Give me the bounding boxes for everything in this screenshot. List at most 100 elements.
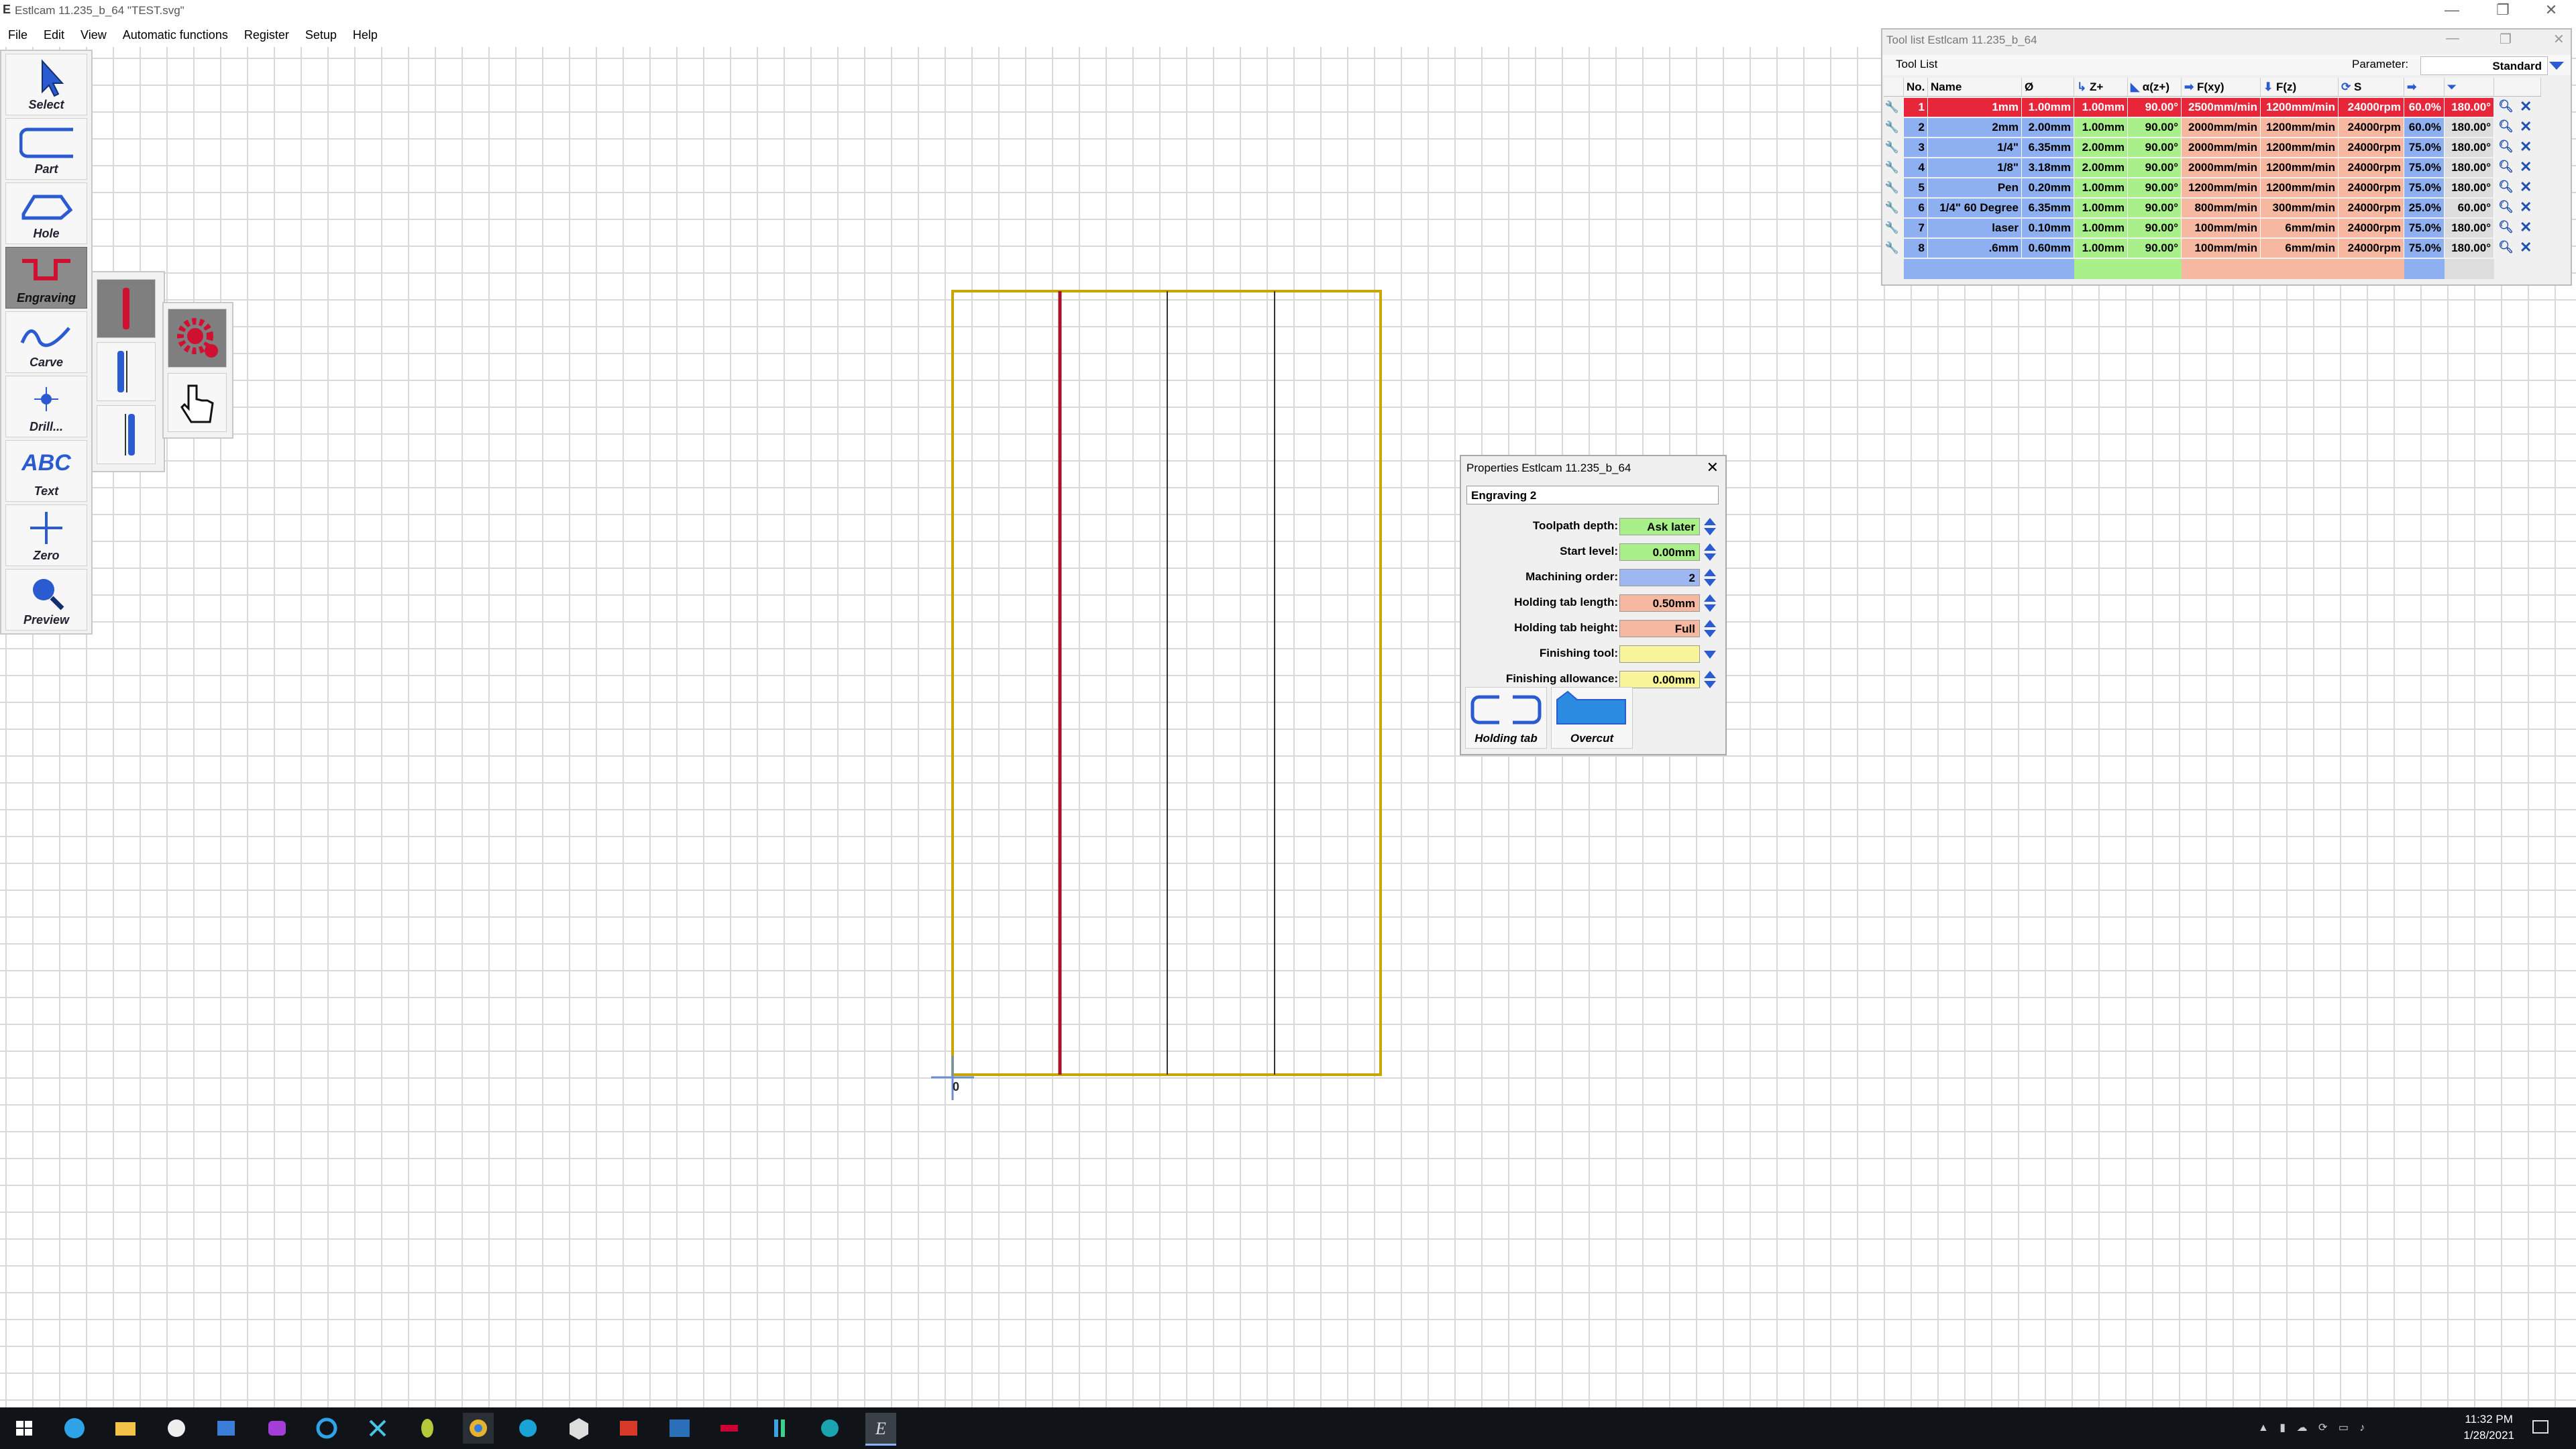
text-button[interactable]: ABC Text (5, 440, 87, 502)
ccleaner-icon[interactable] (513, 1413, 543, 1444)
tool-edit-icon[interactable]: 🔧 (1884, 199, 1904, 217)
property-value-field[interactable]: Ask later (1619, 518, 1700, 535)
zoom-icon[interactable]: 🔍︎ (2498, 160, 2514, 174)
delete-tool-icon[interactable]: ✕ (2520, 158, 2532, 176)
drill-button[interactable]: Drill... (5, 376, 87, 437)
zero-button[interactable]: Zero (5, 504, 87, 566)
flag-app-icon[interactable] (714, 1413, 745, 1444)
tool-edit-icon[interactable]: 🔧 (1884, 239, 1904, 258)
system-tray-icons[interactable]: ▲ ▮ ☁ ⟳ ▭ ♪ (2258, 1421, 2392, 1437)
tool-row[interactable]: 🔧 1 1mm 1.00mm 1.00mm 90.00° 2500mm/min 1200mm/… (1884, 98, 2568, 118)
tool-row[interactable]: 🔧 5 Pen 0.20mm 1.00mm 90.00° 1200mm/min 1200mm/… (1884, 178, 2568, 199)
tool-row[interactable]: 🔧 8.6mm 0.60mm 1.00mm 90.00° 100mm/min 6mm/min… (1884, 239, 2568, 259)
menu-automatic-functions[interactable]: Automatic functions (115, 24, 236, 42)
zoom-icon[interactable]: 🔍︎ (2498, 220, 2514, 234)
tool-edit-icon[interactable]: 🔧 (1884, 118, 1904, 137)
file-explorer-icon[interactable] (110, 1413, 141, 1444)
menu-setup[interactable]: Setup (297, 24, 345, 42)
paint-app-icon[interactable] (262, 1413, 292, 1444)
menu-edit[interactable]: Edit (36, 24, 72, 42)
close-icon[interactable]: ✕ (2553, 31, 2565, 48)
tool-row-new[interactable] (1884, 259, 2568, 279)
object-name-field[interactable]: Engraving 2 (1466, 486, 1719, 504)
tool-row[interactable]: 🔧 7 laser 0.10mm 1.00mm 90.00° 100mm/min 6mm/mi… (1884, 219, 2568, 239)
tool-edit-icon[interactable]: 🔧 (1884, 158, 1904, 177)
tool-row[interactable]: 🔧 4 1/8" 3.18mm 2.00mm 90.00° 2000mm/min 1200mm… (1884, 158, 2568, 178)
tool-edit-icon[interactable]: 🔧 (1884, 178, 1904, 197)
spinner-arrows-icon[interactable] (1703, 517, 1717, 537)
menu-view[interactable]: View (72, 24, 115, 42)
select-button[interactable]: Select (5, 54, 87, 115)
chevron-down-icon[interactable] (1703, 644, 1717, 664)
tool-edit-icon[interactable]: 🔧 (1884, 98, 1904, 117)
delete-tool-icon[interactable]: ✕ (2520, 118, 2532, 136)
preview-button[interactable]: Preview (5, 569, 87, 631)
tool-settings-button[interactable] (168, 309, 227, 368)
property-value-field[interactable]: 2 (1619, 569, 1700, 586)
spinner-arrows-icon[interactable] (1703, 593, 1717, 613)
ie-browser-icon[interactable] (311, 1413, 342, 1444)
soccer-app-icon[interactable] (161, 1413, 192, 1444)
holding-tab-button[interactable]: Holding tab (1465, 687, 1547, 749)
menu-file[interactable]: File (0, 24, 36, 42)
tab-tool-list[interactable]: Tool List (1896, 58, 1937, 71)
clock[interactable]: 11:32 PM 1/28/2021 (2463, 1411, 2514, 1444)
engraving-button[interactable]: Engraving (5, 247, 87, 309)
engrave-left-button[interactable] (97, 342, 156, 401)
spinner-arrows-icon[interactable] (1703, 669, 1717, 690)
graphics-app-icon[interactable] (211, 1413, 241, 1444)
chrome-icon[interactable] (463, 1413, 494, 1444)
gem-app-icon[interactable] (412, 1413, 443, 1444)
bars-app-icon[interactable] (765, 1413, 796, 1444)
close-icon[interactable]: ✕ (1707, 459, 1719, 476)
hand-tool-button[interactable] (168, 373, 227, 432)
property-value-field[interactable]: Full (1619, 620, 1700, 637)
close-icon[interactable]: ✕ (2528, 1, 2575, 19)
menu-register[interactable]: Register (236, 24, 297, 42)
tool-edit-icon[interactable]: 🔧 (1884, 138, 1904, 157)
edge-browser-icon[interactable] (59, 1413, 90, 1444)
delete-tool-icon[interactable]: ✕ (2520, 178, 2532, 196)
carve-button[interactable]: Carve (5, 311, 87, 373)
overcut-button[interactable]: Overcut (1551, 687, 1633, 749)
property-value-field[interactable] (1619, 645, 1700, 663)
tool-row[interactable]: 🔧 6 1/4" 60 Degree 6.35mm 1.00mm 90.00° 800mm/… (1884, 199, 2568, 219)
maximize-icon[interactable]: ❐ (2479, 1, 2526, 19)
inkscape-icon[interactable] (362, 1413, 393, 1444)
engrave-right-button[interactable] (97, 405, 156, 464)
delete-tool-icon[interactable]: ✕ (2520, 138, 2532, 156)
tool-row[interactable]: 🔧 3 1/4" 6.35mm 2.00mm 90.00° 2000mm/min 1200mm… (1884, 138, 2568, 158)
maximize-icon[interactable]: ❐ (2500, 31, 2512, 48)
parameter-select[interactable]: Standard (2420, 56, 2548, 75)
zoom-icon[interactable]: 🔍︎ (2498, 140, 2514, 154)
tool-edit-icon[interactable]: 🔧 (1884, 219, 1904, 237)
delete-tool-icon[interactable]: ✕ (2520, 219, 2532, 236)
minimize-icon[interactable]: — (2446, 31, 2459, 46)
property-value-field[interactable]: 0.00mm (1619, 671, 1700, 688)
zoom-icon[interactable]: 🔍︎ (2498, 180, 2514, 194)
engrave-center-button[interactable] (97, 279, 156, 338)
menu-help[interactable]: Help (345, 24, 386, 42)
fusion-app-icon[interactable] (613, 1413, 644, 1444)
property-value-field[interactable]: 0.50mm (1619, 594, 1700, 612)
spinner-arrows-icon[interactable] (1703, 542, 1717, 562)
zoom-icon[interactable]: 🔍︎ (2498, 99, 2514, 113)
delete-tool-icon[interactable]: ✕ (2520, 199, 2532, 216)
delete-tool-icon[interactable]: ✕ (2520, 239, 2532, 256)
part-button[interactable]: Part (5, 118, 87, 180)
delete-tool-icon[interactable]: ✕ (2520, 98, 2532, 115)
zoom-icon[interactable]: 🔍︎ (2498, 119, 2514, 133)
tool-row[interactable]: 🔧 2 2mm 2.00mm 1.00mm 90.00° 2000mm/min 1200mm/… (1884, 118, 2568, 138)
zoom-icon[interactable]: 🔍︎ (2498, 200, 2514, 214)
arduino-icon[interactable] (814, 1413, 845, 1444)
mc-app-icon[interactable] (664, 1413, 695, 1444)
estlcam-taskbar-icon[interactable]: E (865, 1413, 896, 1446)
spinner-arrows-icon[interactable] (1703, 568, 1717, 588)
minimize-icon[interactable]: — (2428, 1, 2475, 19)
spinner-arrows-icon[interactable] (1703, 619, 1717, 639)
zoom-icon[interactable]: 🔍︎ (2498, 240, 2514, 254)
hole-button[interactable]: Hole (5, 182, 87, 244)
chevron-down-icon[interactable] (2548, 59, 2565, 72)
property-value-field[interactable]: 0.00mm (1619, 543, 1700, 561)
cube-app-icon[interactable] (564, 1413, 594, 1444)
